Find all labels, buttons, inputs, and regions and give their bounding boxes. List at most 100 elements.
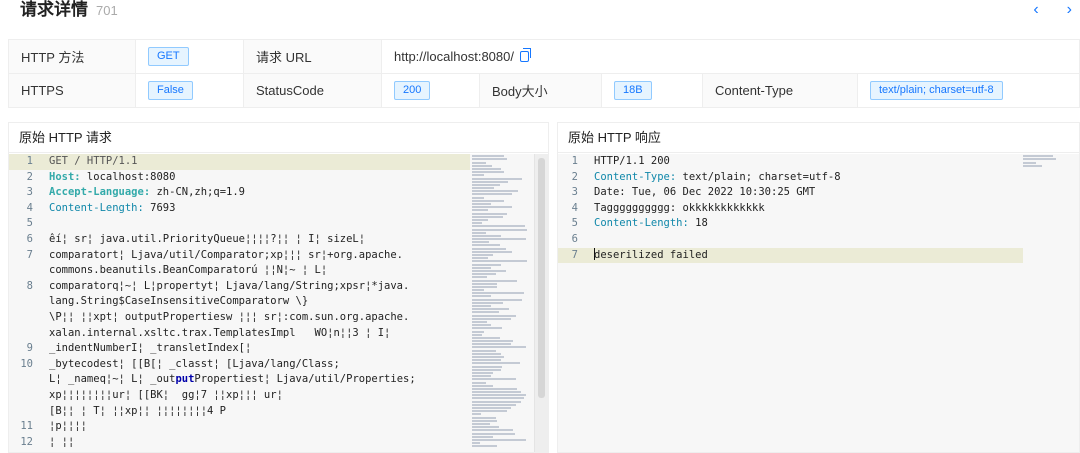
table-row: HTTP 方法 GET 请求 URL http://localhost:8080… [8,39,1080,74]
code-line: \P¦¦ ¦¦xpt¦ outputPropertiesw ¦¦¦ sr¦:co… [9,310,470,326]
minimap-line [472,419,497,422]
line-number [9,388,45,404]
code-line: 10 _bytecodest¦ [[B[¦ _classt¦ [Ljava/lan… [9,357,470,373]
line-number: 3 [571,186,578,199]
code-token: put [175,373,195,386]
https-tag: False [148,81,193,100]
code-line: 12 ¦ ¦¦ [9,435,470,451]
minimap-line [472,298,522,301]
minimap-line [472,422,490,425]
line-text [590,232,594,248]
line-text: Accept-Language: zh-CN,zh;q=1.9 [45,185,245,201]
minimap-line [472,343,511,346]
code-token: comparatort¦ Ljava/util/Comparator;xp¦¦¦… [49,248,404,261]
line-text: Content-Length: 7693 [45,201,175,217]
code-token: deserilized failed [594,248,708,261]
next-arrow-icon[interactable]: › [1067,0,1072,20]
minimap-line [472,317,511,320]
minimap-line [472,196,484,199]
minimap-line [472,308,509,311]
line-number: 13 [9,450,45,452]
code-line: xalan.internal.xsltc.trax.TemplatesImpl … [9,326,470,342]
line-number [9,326,45,342]
minimap-line [472,426,499,429]
minimap-line [472,397,524,400]
status-cell: 200 [381,73,480,108]
request-scrollbar[interactable] [534,154,548,452]
minimap-line [472,282,497,285]
line-text: lang.String$CaseInsensitiveComparatorw \… [45,294,308,310]
code-token: Content-Type: [594,170,677,183]
scrollbar-thumb[interactable] [538,158,545,398]
request-minimap[interactable] [472,154,530,452]
code-token: _bytecodest¦ [[B[¦ _classt¦ [Ljava/lang/… [49,357,340,370]
line-text: ¦ ¦¦ ¦¦¦¦ [45,450,106,452]
line-text: Host: localhost:8080 [45,170,175,186]
code-line: L¦ _nameq¦~¦ L¦ _outputPropertiest¦ Ljav… [9,372,470,388]
line-number: 8 [26,279,33,292]
code-line: lang.String$CaseInsensitiveComparatorw \… [9,294,470,310]
line-number [9,372,45,388]
response-minimap[interactable] [1023,154,1079,452]
code-token: xp¦¦¦¦¦¦¦¦ur¦ [[BK¦ gg¦7 ¦¦xp¦¦¦ ur¦ [49,388,283,401]
code-line: 5 [9,216,470,232]
minimap-line [472,394,526,397]
minimap-line [472,203,491,205]
copy-icon[interactable] [519,48,531,62]
code-token: Date: Tue, 06 Dec 2022 10:30:25 GMT [594,186,816,199]
code-token: text/plain; charset=utf-8 [676,170,841,183]
minimap-line [472,209,488,212]
status-tag: 200 [394,81,431,100]
request-id: 701 [96,3,118,18]
minimap-line [472,231,486,234]
minimap-line [472,250,512,253]
request-editor[interactable]: 1 GET / HTTP/1.1 2 Host: localhost:8080 3 Acc… [9,154,548,452]
minimap-line [472,435,493,438]
line-text: êí¦ sr¦ java.util.PriorityQueue¦¦¦¦?¦¦ ¦… [45,232,365,248]
minimap-line [472,336,500,339]
minimap-line [472,222,482,225]
minimap-line [472,368,501,371]
code-token: Tagggggggggg: okkkkkkkkkkkk [594,201,765,214]
size-label: Body大小 [479,73,602,108]
request-panel-title: 原始 HTTP 请求 [9,123,548,153]
prev-arrow-icon[interactable]: ‹ [1033,0,1038,20]
table-row: HTTPS False StatusCode 200 Body大小 18B Co… [8,73,1080,108]
code-line: 2 Host: localhost:8080 [9,170,470,186]
minimap-line [472,199,504,202]
code-token: GET / HTTP/1.1 [49,155,138,167]
line-text: Content-Type: text/plain; charset=utf-8 [590,170,841,186]
https-label: HTTPS [8,73,136,108]
minimap-line [472,266,491,269]
code-line: 9 _indentNumberI¦ _transletIndex[¦ [9,341,470,357]
minimap-line [472,183,500,186]
code-line: 3 Accept-Language: zh-CN,zh;q=1.9 [9,185,470,201]
minimap-line [472,190,518,193]
minimap-line [472,279,517,282]
code-line: 6 [558,232,1023,248]
minimap-line [472,416,496,419]
minimap-line [472,177,522,180]
code-token: L¦ _nameq¦~¦ L¦ _out [49,373,176,386]
code-token: commons.beanutils.BeanComparatorú ¦¦N¦~ … [49,264,328,277]
minimap-line [472,244,500,247]
minimap-line [472,260,527,263]
page-header: 请求详情 701 [20,0,118,24]
ctype-tag: text/plain; charset=utf-8 [870,81,1003,100]
minimap-line [472,333,482,336]
minimap-line [472,305,491,307]
minimap-line [472,180,508,183]
line-number: 5 [26,217,33,230]
code-line: 13 ¦ ¦¦ ¦¦¦¦ [9,450,470,452]
minimap-line [472,442,480,445]
minimap-line [472,407,511,409]
status-label: StatusCode [243,73,382,108]
minimap-line [472,340,513,343]
line-text: comparatort¦ Ljava/util/Comparator;xp¦¦¦… [45,248,403,264]
minimap-line [472,212,507,215]
code-line: 1 GET / HTTP/1.1 [9,154,470,170]
line-text: _indentNumberI¦ _transletIndex[¦ [45,341,251,357]
minimap-line [472,289,484,292]
https-cell: False [135,73,244,108]
response-editor[interactable]: 1 HTTP/1.1 200 2 Content-Type: text/plain; … [558,154,1079,452]
